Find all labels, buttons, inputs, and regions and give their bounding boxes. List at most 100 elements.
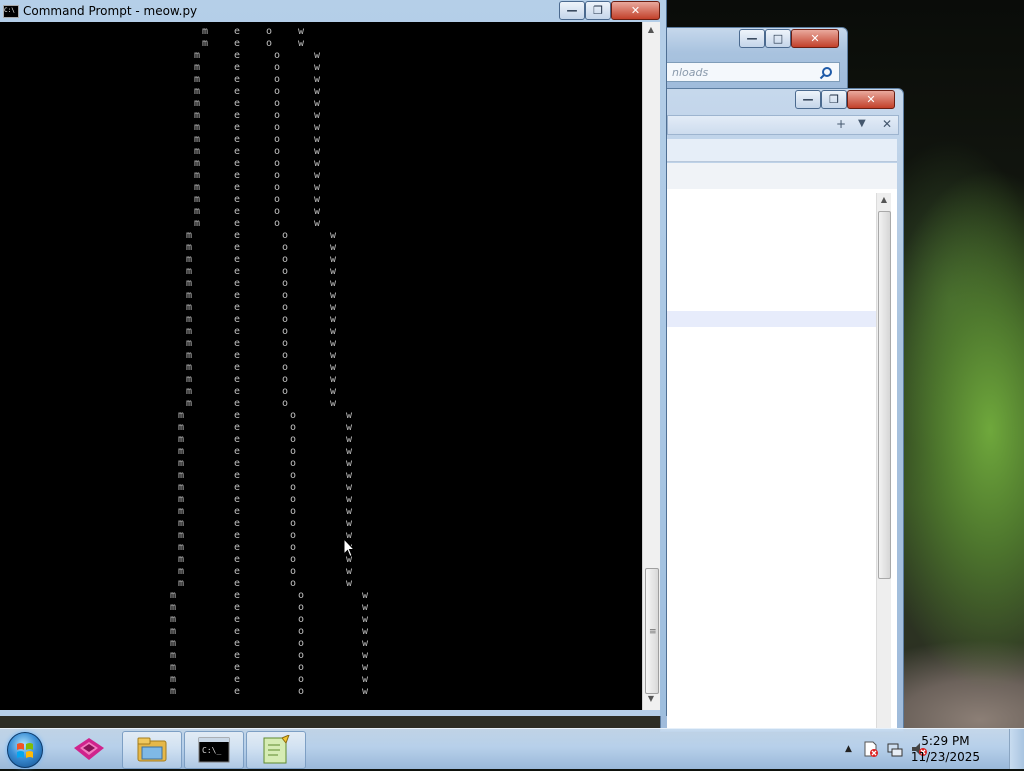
console-char: w [314,62,321,73]
column-header-strip [667,163,897,190]
close-pane-icon[interactable]: ✕ [882,117,892,131]
mouse-cursor-icon [343,538,355,558]
file-list[interactable]: ▲ [667,189,897,729]
console-char: m [170,602,177,613]
console-char: e [234,518,241,529]
console-char: w [330,350,337,361]
show-hidden-icons[interactable]: ▲ [845,744,852,754]
taskbar-clock[interactable]: 5:29 PM 11/23/2025 [911,733,980,765]
add-icon[interactable]: + [836,117,846,131]
scroll-up-icon[interactable]: ▲ [644,25,658,34]
show-desktop-button[interactable] [1009,729,1024,769]
taskbar-file-explorer[interactable] [122,731,182,769]
console-char: w [346,578,353,589]
console-scrollbar[interactable]: ▲ ≡ ▼ [642,22,660,710]
explorer-window-back[interactable]: — □ ✕ nloads [660,27,848,89]
console-char: o [274,194,281,205]
console-char: w [346,506,353,517]
search-input[interactable]: nloads [665,62,840,82]
console-char: o [274,134,281,145]
command-prompt-window[interactable]: C:\ Command Prompt - meow.py — ❐ ✕ meowm… [0,0,667,716]
explorer-window-front[interactable]: — ❐ ✕ + ▼ ✕ ▲ [660,88,904,732]
action-center-icon[interactable] [862,740,880,758]
console-char: e [234,182,241,193]
clock-date: 11/23/2025 [910,750,980,764]
console-char: e [234,338,241,349]
console-char: w [362,602,369,613]
folder-icon [137,737,167,762]
console-char: w [298,38,305,49]
console-char: o [298,650,305,661]
console-char: o [298,602,305,613]
console-char: e [234,626,241,637]
selected-row[interactable] [667,311,877,327]
console-char: o [282,230,289,241]
console-char: o [298,590,305,601]
console-char: e [234,542,241,553]
close-button[interactable]: ✕ [791,29,839,48]
start-button[interactable] [7,732,43,768]
console-char: m [186,302,193,313]
console-char: o [274,122,281,133]
console-char: m [170,686,177,697]
console-char: w [314,170,321,181]
console-char: w [362,638,369,649]
console-char: m [170,662,177,673]
scroll-thumb[interactable]: ≡ [645,568,659,694]
scroll-thumb[interactable] [878,211,891,579]
address-bar[interactable] [667,139,897,162]
console-char: m [186,230,193,241]
console-char: e [234,290,241,301]
console-char: e [234,26,241,37]
console-char: m [178,494,185,505]
console-char: m [202,26,209,37]
console-char: e [234,386,241,397]
taskbar-command-prompt[interactable]: C:\_ [184,731,244,769]
console-char: m [194,122,201,133]
search-icon[interactable] [819,66,833,80]
restore-button[interactable]: ❐ [821,90,847,109]
scroll-down-icon[interactable]: ▼ [644,694,658,703]
console-output[interactable]: m e o w m e o w m e o w m e o w m e o w m e o w m e o w m e o w m e o w m e o w… [0,22,642,710]
minimize-button[interactable]: — [559,1,585,20]
dropdown-icon[interactable]: ▼ [858,118,866,129]
maximize-button[interactable]: □ [765,29,791,48]
minimize-button[interactable]: — [795,90,821,109]
console-char: w [314,134,321,145]
restore-button[interactable]: ❐ [585,1,611,20]
console-window-icon[interactable]: C:\ [3,5,19,18]
window-title: Command Prompt - meow.py [23,4,198,18]
network-icon[interactable] [886,740,904,758]
close-button[interactable]: ✕ [611,1,660,20]
console-char: e [234,122,241,133]
console-char: o [282,302,289,313]
console-char: e [234,302,241,313]
scroll-up-icon[interactable]: ▲ [877,195,891,204]
console-char: w [362,590,369,601]
taskbar-notepad-plus[interactable] [246,731,306,769]
console-char: w [330,302,337,313]
console-char: o [274,86,281,97]
console-char: o [274,110,281,121]
purple-diamond-icon [74,738,104,760]
console-char: w [346,518,353,529]
close-button[interactable]: ✕ [847,90,895,109]
minimize-button[interactable]: — [739,29,765,48]
console-char: w [330,338,337,349]
console-char: w [362,662,369,673]
console-char: m [178,422,185,433]
console-char: o [282,398,289,409]
console-char: o [290,494,297,505]
console-char: m [194,194,201,205]
console-char: o [290,518,297,529]
taskbar-app-purple[interactable] [60,731,118,767]
console-char: o [266,26,273,37]
console-char: m [186,254,193,265]
taskbar: C:\_ ▲ 5:29 PM 11/23/2025 [0,728,1024,769]
scrollbar[interactable]: ▲ [876,193,891,729]
console-char: w [330,242,337,253]
console-char: m [170,638,177,649]
console-char: e [234,254,241,265]
console-char: w [314,50,321,61]
console-char: w [362,626,369,637]
